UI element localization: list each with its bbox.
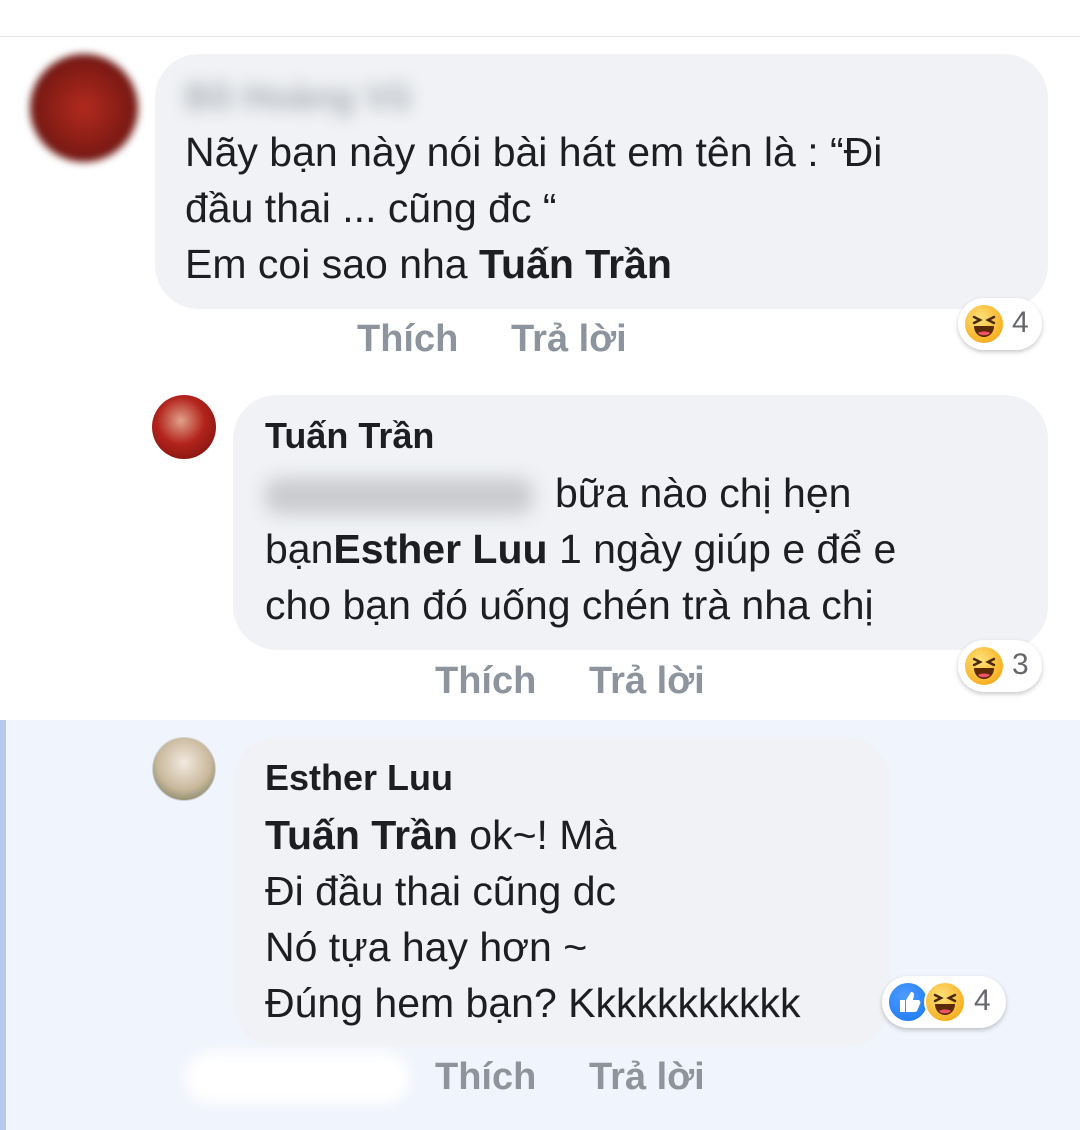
comment-1-reactions[interactable]: 4 bbox=[958, 298, 1042, 350]
haha-emoji-icon bbox=[963, 645, 1005, 687]
comment-2-mention[interactable]: Esther Luu bbox=[333, 526, 547, 572]
comment-3-like-button[interactable]: Thích bbox=[435, 1056, 536, 1099]
comment-2-line-2: bạnEsther Luu 1 ngày giúp e để e bbox=[265, 521, 896, 578]
blurred-redaction bbox=[185, 1052, 410, 1104]
comment-2-line-1-text: bữa nào chị hẹn bbox=[555, 470, 852, 516]
comment-3-avatar[interactable] bbox=[152, 737, 216, 801]
comment-2-reactions[interactable]: 3 bbox=[958, 640, 1042, 692]
thumb-glyph bbox=[900, 992, 921, 1012]
comment-1-line-1: Nãy bạn này nói bài hát em tên là : “Đi bbox=[185, 129, 883, 175]
comment-3-reply-button[interactable]: Trả lời bbox=[589, 1056, 705, 1099]
comment-3-line-2: Đi đầu thai cũng dc bbox=[265, 868, 617, 914]
comment-3-author[interactable]: Esther Luu bbox=[265, 757, 453, 799]
comment-3-mention[interactable]: Tuấn Trần bbox=[265, 812, 458, 858]
comment-3-reaction-count: 4 bbox=[974, 984, 991, 1017]
comment-2-bubble: Tuấn Trần bữa nào chị hẹn bạnEsther Luu … bbox=[233, 395, 1048, 650]
comment-2-line-2-prefix: bạn bbox=[265, 526, 334, 572]
comment-1-author[interactable]: Bồ Hoàng Vũ bbox=[185, 76, 411, 118]
comment-3-line-3: Nó tựa hay hơn ~ bbox=[265, 924, 588, 970]
comment-2-line-2-suffix: 1 ngày giúp e để e bbox=[547, 526, 897, 572]
comment-2-reaction-count: 3 bbox=[1012, 648, 1029, 681]
comment-3-reactions[interactable]: 4 bbox=[882, 976, 1006, 1028]
comment-1-avatar[interactable] bbox=[30, 54, 138, 162]
comment-2-avatar[interactable] bbox=[152, 395, 216, 459]
comment-3-line-1: Tuấn Trần ok~! Mà bbox=[265, 807, 616, 864]
comment-2-line-3: cho bạn đó uống chén trà nha chị bbox=[265, 582, 874, 628]
blurred-mention bbox=[265, 478, 533, 515]
comment-2-line-1: bữa nào chị hẹn bbox=[265, 465, 851, 522]
comment-2-reply-button[interactable]: Trả lời bbox=[589, 660, 705, 703]
comment-2-author[interactable]: Tuấn Trần bbox=[265, 415, 434, 457]
comment-1-like-button[interactable]: Thích bbox=[357, 318, 458, 361]
comment-3-line-4: Đúng hem bạn? Kkkkkkkkkkk bbox=[265, 980, 801, 1026]
comment-1-bubble: Bồ Hoàng Vũ Nãy bạn này nói bài hát em t… bbox=[155, 54, 1048, 309]
comment-3-line-1-text: ok~! Mà bbox=[457, 812, 617, 858]
like-thumb-icon bbox=[887, 981, 929, 1023]
comment-1-line-2: đầu thai ... cũng đc “ bbox=[185, 185, 557, 231]
haha-emoji-icon bbox=[924, 981, 966, 1023]
comment-1-reply-button[interactable]: Trả lời bbox=[511, 318, 627, 361]
haha-emoji-icon bbox=[963, 303, 1005, 345]
top-divider bbox=[0, 36, 1080, 37]
comment-1-line-3: Em coi sao nha Tuấn Trần bbox=[185, 236, 672, 293]
comment-1-mention[interactable]: Tuấn Trần bbox=[479, 241, 672, 287]
comment-1-reaction-count: 4 bbox=[1012, 306, 1029, 339]
comment-3-bubble: Esther Luu Tuấn Trần ok~! Mà Đi đầu thai… bbox=[233, 737, 890, 1047]
comment-2-like-button[interactable]: Thích bbox=[435, 660, 536, 703]
comment-1-line-3-text: Em coi sao nha bbox=[185, 241, 479, 287]
highlight-bar bbox=[0, 720, 6, 1130]
